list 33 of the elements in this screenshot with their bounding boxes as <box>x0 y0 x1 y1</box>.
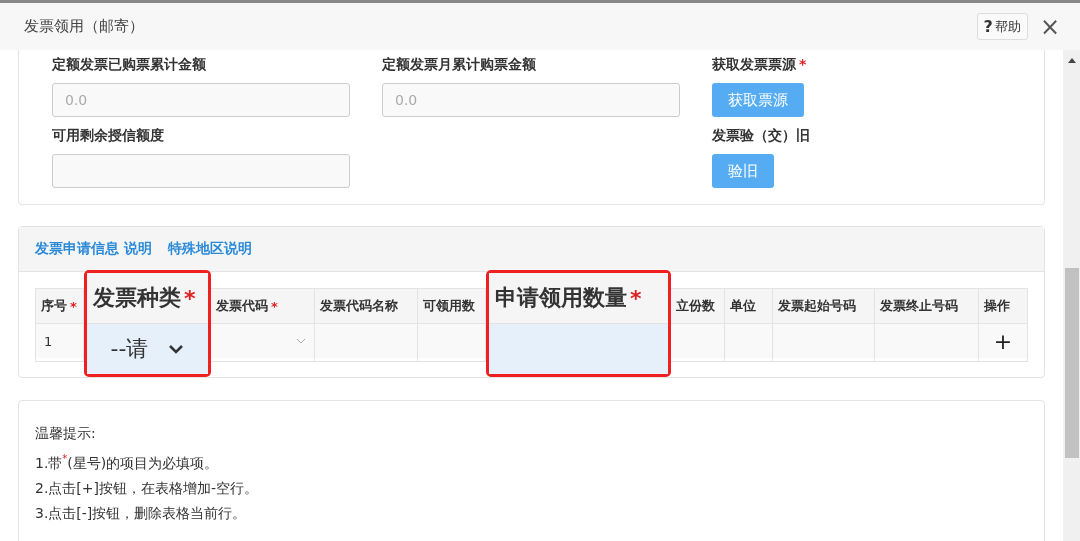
table-cell: 1 <box>44 333 53 349</box>
field-label: 发票验（交）旧 <box>712 127 810 145</box>
field-label: 定额发票月累计购票金额 <box>382 56 536 74</box>
help-button[interactable]: ?帮助 <box>976 13 1028 40</box>
chevron-icon <box>296 338 306 344</box>
window-title: 发票领用（邮寄） <box>24 17 144 36</box>
tip-text: 1.带$^{*}$(星号)的项目为必填项。 <box>35 452 220 473</box>
help-icon: ? <box>983 17 993 36</box>
chevron-icon <box>168 344 185 354</box>
column-header: 单位 <box>725 289 772 324</box>
column-header: 发票起始号码 <box>773 289 874 324</box>
column-header: 发票种类* <box>87 273 208 324</box>
column-header: 操作 <box>979 289 1027 324</box>
column-header: 可领用数 <box>418 289 485 324</box>
column-header: 发票代码名称 <box>315 289 417 324</box>
field-label: 可用剩余授信额度 <box>52 127 164 145</box>
tip-text: 2.点击[+]按钮，在表格增加-空行。 <box>35 478 260 498</box>
scrollbar[interactable] <box>1063 50 1080 541</box>
column-header: 立份数 <box>671 289 724 324</box>
field-label: 定额发票已购票累计金额 <box>52 56 206 74</box>
tips-title: 温馨提示: <box>35 424 97 443</box>
column-header: 申请领用数量* <box>489 273 668 324</box>
column-header: 序号 * <box>36 289 83 324</box>
column-header: 发票终止号码 <box>875 289 978 324</box>
type-select[interactable]: --请 <box>87 324 208 374</box>
table-cell <box>725 324 772 358</box>
quantity-input[interactable] <box>489 324 668 374</box>
close-button[interactable]: × <box>1035 12 1064 41</box>
column-header: 发票代码 * <box>211 289 314 324</box>
tip-text: 3.点击[-]按钮，删除表格当前行。 <box>35 503 248 523</box>
code-select[interactable] <box>211 324 314 358</box>
scroll-up-icon <box>1067 58 1076 63</box>
field-label: 获取发票票源 * <box>712 56 807 74</box>
